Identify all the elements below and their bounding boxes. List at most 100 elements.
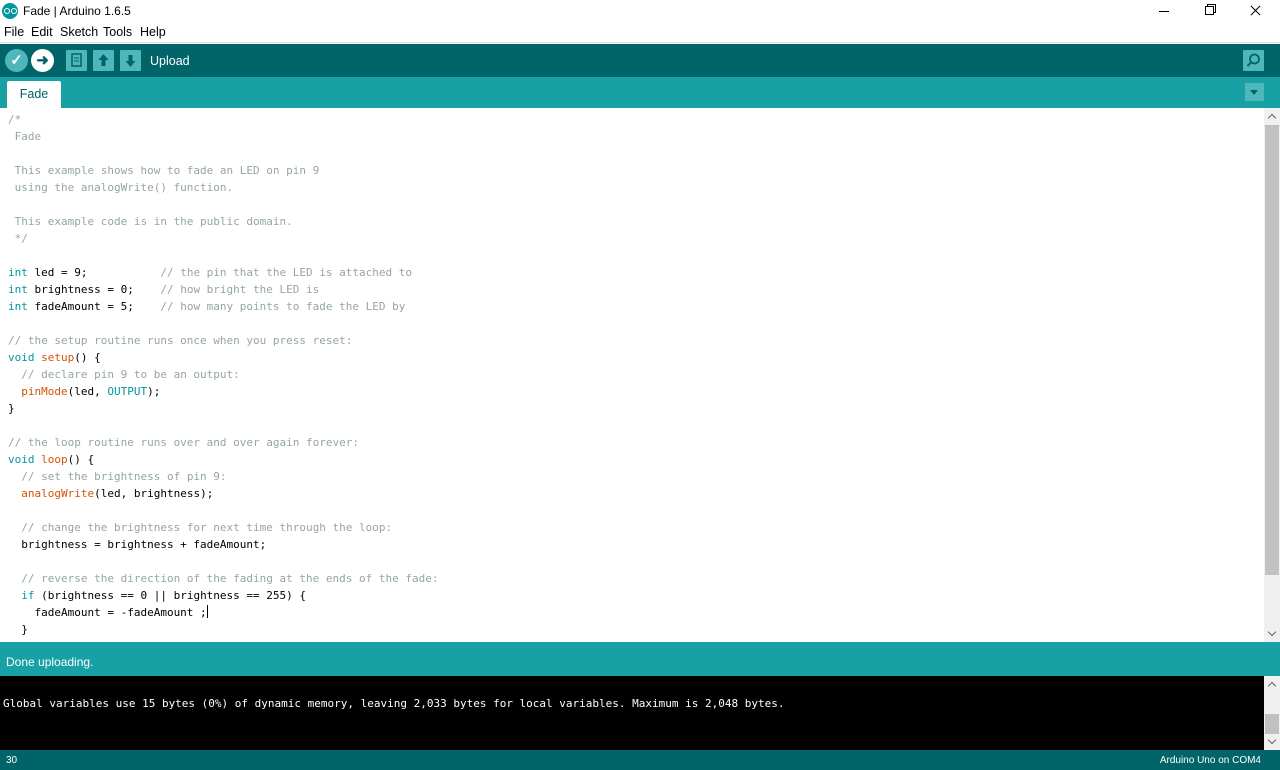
toolbar-status-label: Upload — [150, 54, 190, 68]
code-token: } — [8, 623, 28, 636]
new-button[interactable] — [66, 50, 87, 71]
code-editor[interactable]: /* Fade This example shows how to fade a… — [0, 108, 1264, 642]
code-token: pinMode — [21, 385, 68, 398]
code-token: // the pin that the LED is attached to — [160, 266, 412, 279]
window-title: Fade | Arduino 1.6.5 — [23, 4, 131, 18]
code-token: This example code is in the public domai… — [8, 215, 293, 228]
console-text: Global variables use 15 bytes (0%) of dy… — [3, 697, 785, 710]
console-residue: · · · · · · · · · — [0, 676, 510, 682]
code-line: */ — [8, 230, 438, 247]
code-line: int led = 9; // the pin that the LED is … — [8, 264, 438, 281]
code-line: void loop() { — [8, 451, 438, 468]
text-cursor — [206, 605, 208, 618]
scroll-down-icon[interactable] — [1267, 627, 1277, 637]
code-token: // the setup routine runs once when you … — [8, 334, 353, 347]
code-token: (brightness == 0 || brightness == 255) { — [34, 589, 307, 602]
code-line: // change the brightness for next time t… — [8, 519, 438, 536]
code-token: using the analogWrite() function. — [8, 181, 234, 194]
scroll-up-icon[interactable] — [1267, 681, 1277, 691]
code-line: } — [8, 621, 438, 638]
code-line: void setup() { — [8, 349, 438, 366]
verify-button[interactable]: ✓ — [5, 49, 28, 72]
save-button[interactable] — [120, 50, 141, 71]
tab-fade[interactable]: Fade — [7, 81, 61, 108]
menu-bar: File Edit Sketch Tools Help — [0, 22, 1280, 43]
new-icon — [71, 53, 82, 67]
code-token: fadeAmount = 5; — [27, 300, 161, 313]
console-scrollbar[interactable] — [1264, 676, 1280, 750]
status-bar: Done uploading. — [0, 642, 1280, 676]
editor-scrollbar[interactable] — [1264, 108, 1280, 642]
code-line: int brightness = 0; // how bright the LE… — [8, 281, 438, 298]
code-line: This example shows how to fade an LED on… — [8, 162, 438, 179]
scroll-up-icon[interactable] — [1267, 113, 1277, 123]
code-text: /* Fade This example shows how to fade a… — [8, 111, 438, 638]
code-token: brightness = 0; — [27, 283, 161, 296]
status-message: Done uploading. — [6, 655, 94, 669]
menu-sketch[interactable]: Sketch — [60, 25, 98, 39]
open-button[interactable] — [93, 50, 114, 71]
upload-icon: ➜ — [36, 52, 49, 69]
code-token: () { — [74, 351, 101, 364]
code-token: void — [8, 351, 35, 364]
code-line: if (brightness == 0 || brightness == 255… — [8, 587, 438, 604]
code-token: led = 9; — [27, 266, 161, 279]
code-token: int — [8, 266, 28, 279]
board-port-label: Arduino Uno on COM4 — [1159, 755, 1261, 766]
console-scroll-thumb[interactable] — [1265, 714, 1279, 734]
line-number: 30 — [6, 755, 18, 766]
code-line: brightness = brightness + fadeAmount; — [8, 536, 438, 553]
code-token: void — [8, 453, 35, 466]
code-line: // declare pin 9 to be an output: — [8, 366, 438, 383]
tab-bar: Fade — [0, 77, 1280, 108]
code-line: fadeAmount = -fadeAmount ; — [8, 604, 438, 621]
code-token: analogWrite — [21, 487, 95, 500]
code-token: // change the brightness for next time t… — [21, 521, 393, 534]
code-line: using the analogWrite() function. — [8, 179, 438, 196]
code-token: // how bright the LED is — [160, 283, 320, 296]
code-line: Fade — [8, 128, 438, 145]
save-icon — [125, 55, 136, 67]
code-token: ); — [147, 385, 161, 398]
code-line: // reverse the direction of the fading a… — [8, 570, 438, 587]
code-token: // how many points to fade the LED by — [160, 300, 406, 313]
minimize-icon[interactable] — [1141, 0, 1187, 22]
code-line: This example code is in the public domai… — [8, 213, 438, 230]
arduino-logo-icon — [2, 3, 18, 19]
footer-bar: 30 Arduino Uno on COM4 — [0, 750, 1280, 770]
menu-tools[interactable]: Tools — [103, 25, 132, 39]
serial-monitor-button[interactable] — [1243, 50, 1264, 71]
close-icon[interactable] — [1233, 0, 1279, 22]
console-output[interactable]: · · · · · · · · · Global variables use 1… — [0, 676, 1264, 750]
menu-help[interactable]: Help — [140, 25, 166, 39]
code-line: int fadeAmount = 5; // how many points t… — [8, 298, 438, 315]
scroll-down-icon[interactable] — [1267, 735, 1277, 745]
code-token: fadeAmount = -fadeAmount ; — [8, 606, 207, 619]
restore-icon[interactable] — [1187, 0, 1233, 22]
toolbar: ✓ ➜ Upload — [0, 44, 1280, 77]
upload-button[interactable]: ➜ — [31, 49, 54, 72]
editor-scroll-thumb[interactable] — [1265, 125, 1279, 575]
menu-edit[interactable]: Edit — [31, 25, 53, 39]
code-line: // the setup routine runs once when you … — [8, 332, 438, 349]
code-token: /* — [8, 113, 22, 126]
code-line: } — [8, 400, 438, 417]
chevron-down-icon[interactable] — [1245, 83, 1264, 101]
code-token: setup — [41, 351, 75, 364]
title-bar: Fade | Arduino 1.6.5 — [0, 0, 1280, 22]
code-token: // the loop routine runs over and over a… — [8, 436, 359, 449]
code-token: loop — [41, 453, 68, 466]
code-line: analogWrite(led, brightness); — [8, 485, 438, 502]
code-token: // declare pin 9 to be an output: — [21, 368, 240, 381]
menu-file[interactable]: File — [4, 25, 24, 39]
